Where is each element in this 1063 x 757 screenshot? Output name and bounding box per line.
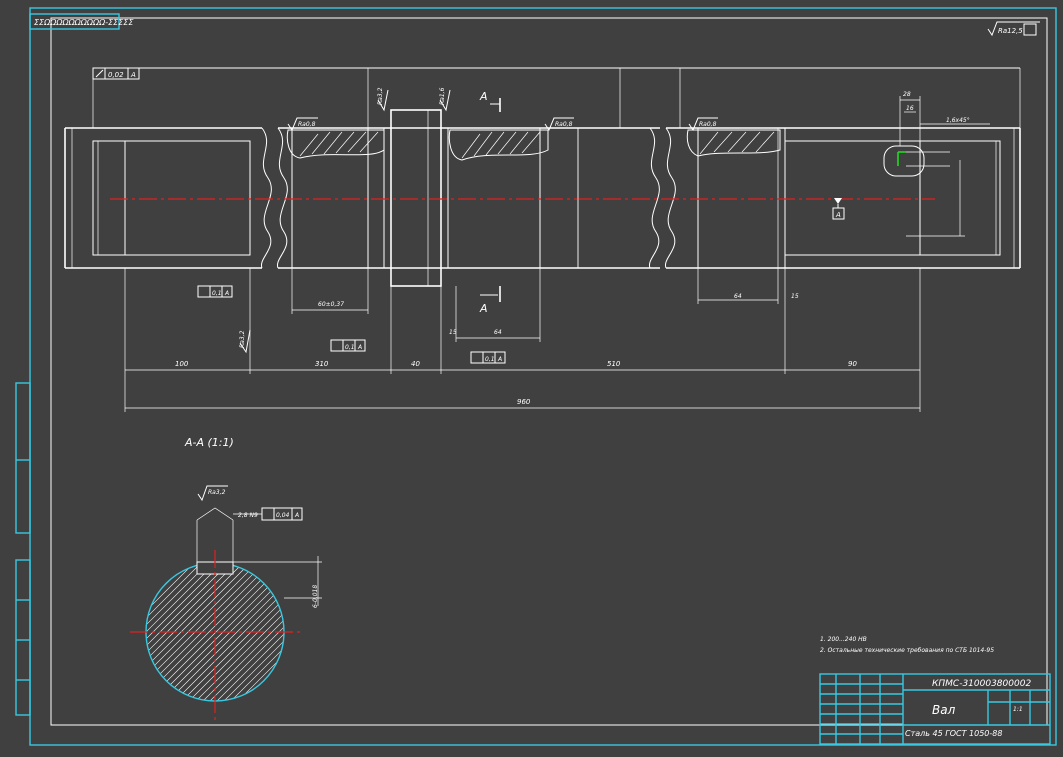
note-2: 2. Остальные технические требования по С… bbox=[820, 647, 994, 654]
svg-text:64: 64 bbox=[494, 329, 502, 336]
section-title: А-А (1:1) bbox=[184, 436, 234, 449]
svg-text:0,1: 0,1 bbox=[485, 356, 495, 363]
section-mark-bottom: А bbox=[479, 286, 501, 315]
hatch-line bbox=[282, 563, 284, 701]
hatch-line bbox=[0, 552, 142, 712]
keyway-right bbox=[686, 129, 781, 157]
shaft bbox=[64, 109, 1021, 287]
svg-text:Ra3,2: Ra3,2 bbox=[377, 87, 384, 105]
svg-text:960: 960 bbox=[517, 398, 531, 406]
svg-text:0,02: 0,02 bbox=[108, 71, 124, 79]
section-mark-top: А bbox=[479, 90, 501, 112]
svg-text:А: А bbox=[479, 302, 488, 315]
cad-drawing: ΣΣΩΩΩΩΩΩΩΩΩΩ-ΣΣΣΣΣ Ra12,5 0,02 А Ra0,8 R… bbox=[0, 7, 1057, 746]
perp-frame-3: 0,1 А bbox=[470, 351, 506, 364]
runout-tolerance-frame: 0,02 А bbox=[92, 67, 140, 80]
svg-text:А: А bbox=[130, 71, 136, 79]
svg-text:6-0,018: 6-0,018 bbox=[312, 585, 319, 608]
svg-text:15: 15 bbox=[449, 329, 457, 336]
svg-text:40: 40 bbox=[411, 360, 420, 368]
left-strip-lower bbox=[15, 559, 31, 716]
svg-text:510: 510 bbox=[607, 360, 621, 368]
svg-text:90: 90 bbox=[848, 360, 857, 368]
keyway-middle bbox=[448, 129, 549, 161]
svg-text:А: А bbox=[497, 356, 502, 363]
general-roughness: Ra12,5 bbox=[987, 21, 1040, 37]
perp-frame-2: 0,1 А bbox=[330, 339, 366, 352]
svg-text:Ra3,2: Ra3,2 bbox=[208, 489, 226, 496]
shaft-collar bbox=[390, 109, 442, 287]
svg-text:2,8 N9: 2,8 N9 bbox=[238, 512, 258, 519]
svg-text:А: А bbox=[224, 290, 229, 297]
inner-frame bbox=[50, 17, 1048, 726]
keyway-left bbox=[286, 129, 385, 159]
hatch-line bbox=[146, 563, 150, 701]
svg-text:0,1: 0,1 bbox=[345, 344, 355, 351]
svg-text:А: А bbox=[479, 90, 488, 103]
svg-text:А: А bbox=[835, 211, 841, 219]
svg-text:1,6x45°: 1,6x45° bbox=[946, 117, 970, 124]
datum-a: А bbox=[832, 198, 845, 220]
svg-text:0,04: 0,04 bbox=[276, 512, 290, 519]
left-strip-upper bbox=[15, 382, 31, 534]
svg-text:310: 310 bbox=[315, 360, 329, 368]
drawing-material: Сталь 45 ГОСТ 1050-88 bbox=[905, 729, 1002, 738]
title-block: КПМС-310003800002 Вал Сталь 45 ГОСТ 1050… bbox=[819, 673, 1051, 745]
svg-text:28: 28 bbox=[903, 91, 911, 98]
hatch-line bbox=[0, 552, 135, 712]
svg-text:60±0,37: 60±0,37 bbox=[318, 301, 344, 308]
svg-text:А: А bbox=[357, 344, 362, 351]
drawing-title: Вал bbox=[932, 703, 956, 717]
svg-text:Ra0,8: Ra0,8 bbox=[699, 121, 717, 128]
keyway-end bbox=[883, 145, 950, 177]
perp-frame-1: 0,1 А bbox=[197, 285, 233, 298]
right-end-dims: 28 16 1,6x45° bbox=[899, 91, 990, 146]
hatch-line bbox=[290, 552, 450, 712]
svg-text:15: 15 bbox=[791, 293, 799, 300]
svg-text:Ra12,5: Ra12,5 bbox=[998, 27, 1023, 35]
note-1: 1. 200...240 НВ bbox=[820, 636, 867, 643]
svg-text:Ra3,2: Ra3,2 bbox=[239, 330, 246, 348]
drawing-designation: КПМС-310003800002 bbox=[932, 679, 1031, 689]
drawing-canvas: ΣΣΩΩΩΩΩΩΩΩΩΩ-ΣΣΣΣΣ Ra12,5 0,02 А Ra0,8 R… bbox=[0, 0, 1063, 753]
svg-text:Ra1,6: Ra1,6 bbox=[439, 87, 446, 105]
outer-frame bbox=[29, 7, 1057, 746]
svg-text:1:1: 1:1 bbox=[1013, 706, 1023, 713]
roughness-marks: Ra0,8 Ra3,2 Ra1,6 Ra0,8 Ra0,8 Ra3,2 bbox=[239, 87, 718, 354]
svg-text:А: А bbox=[294, 512, 299, 519]
svg-text:64: 64 bbox=[734, 293, 742, 300]
svg-text:Ra0,8: Ra0,8 bbox=[555, 121, 573, 128]
top-stamp-text: ΣΣΩΩΩΩΩΩΩΩΩΩ-ΣΣΣΣΣ bbox=[34, 18, 134, 27]
section-view: 6-0,018 Ra3,2 2,8 N9 0,04 А bbox=[0, 485, 450, 720]
svg-text:0,1: 0,1 bbox=[212, 290, 222, 297]
svg-text:Ra0,8: Ra0,8 bbox=[298, 121, 316, 128]
svg-text:100: 100 bbox=[175, 360, 189, 368]
svg-text:16: 16 bbox=[906, 105, 914, 112]
